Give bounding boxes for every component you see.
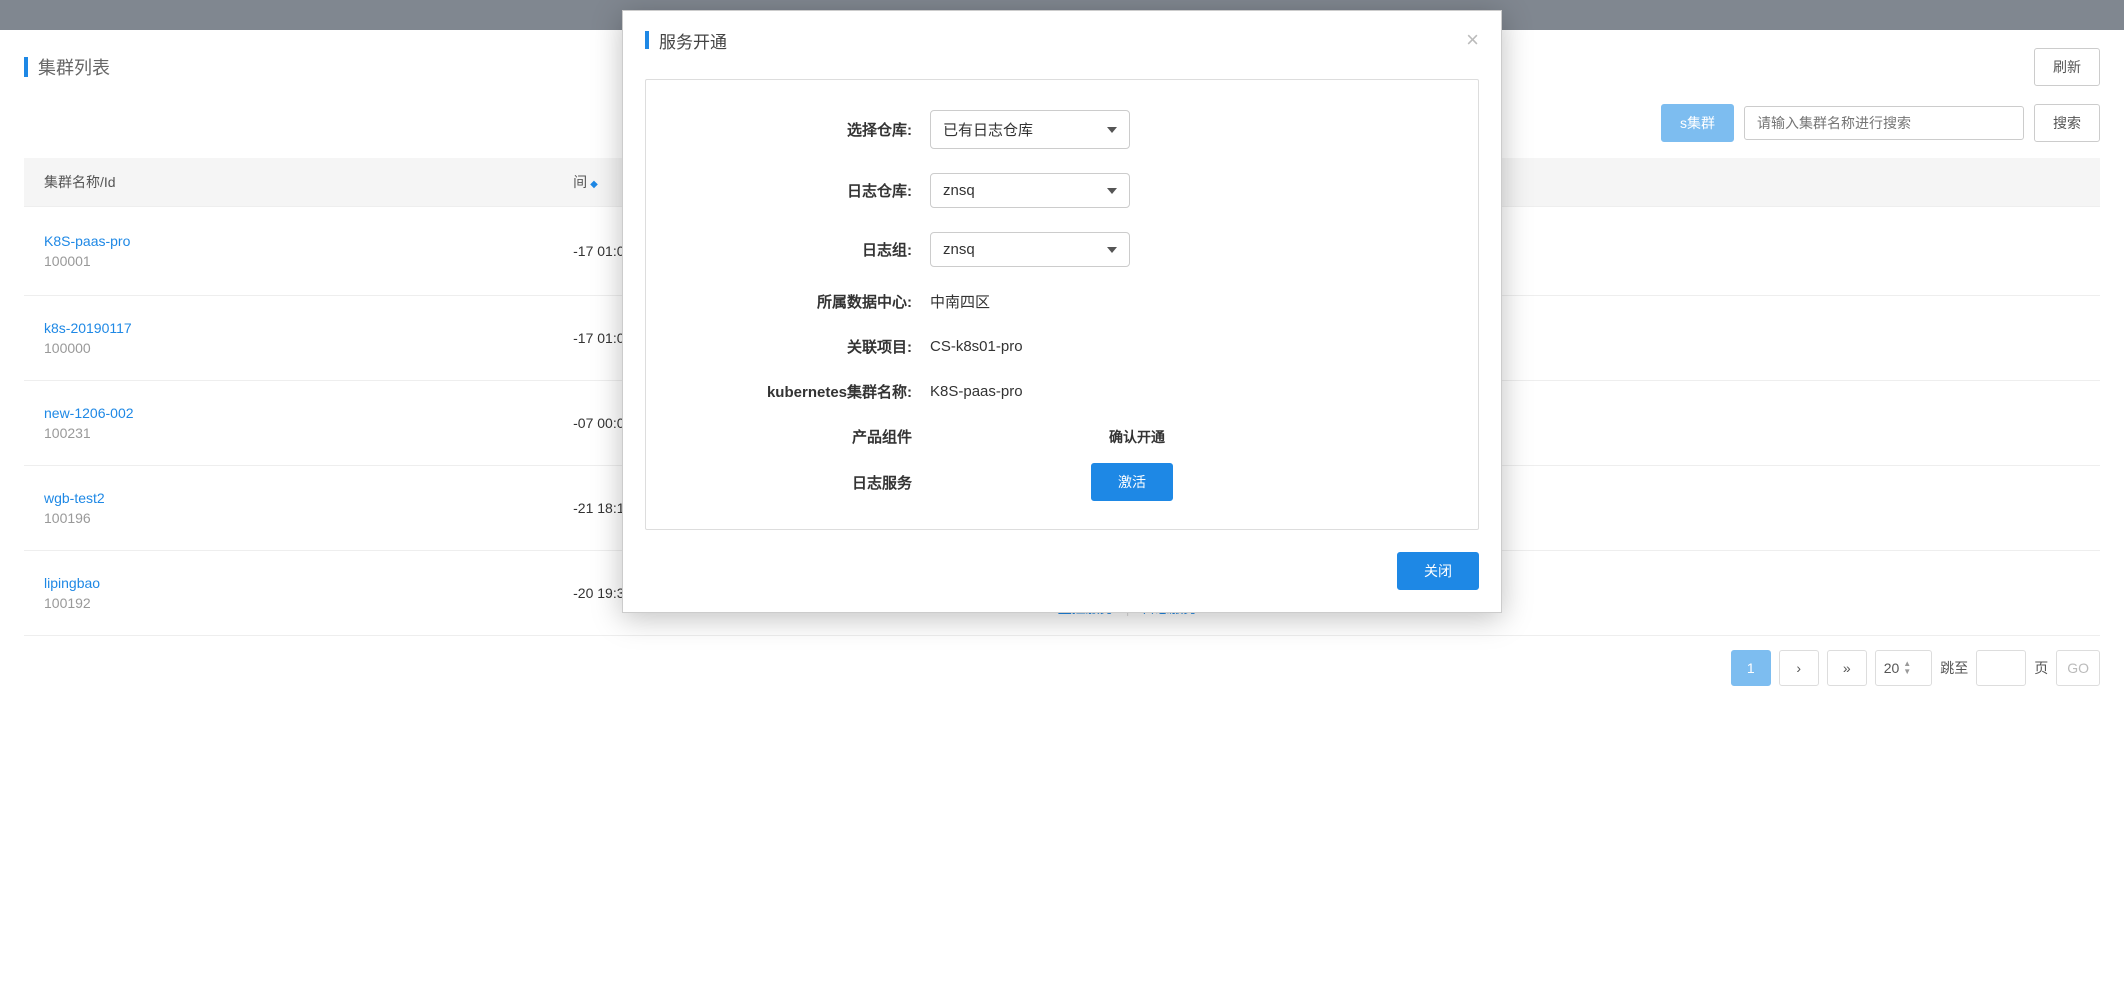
label-select-repo: 选择仓库: bbox=[670, 119, 930, 140]
service-modal: 服务开通 × 选择仓库: 已有日志仓库 日志仓库: bbox=[622, 10, 1502, 613]
chevron-down-icon bbox=[1107, 247, 1117, 253]
chevron-down-icon bbox=[1107, 127, 1117, 133]
label-data-center: 所属数据中心: bbox=[670, 291, 930, 312]
select-repo-dropdown[interactable]: 已有日志仓库 bbox=[930, 110, 1130, 149]
value-data-center: 中南四区 bbox=[930, 291, 1454, 312]
chevron-down-icon bbox=[1107, 188, 1117, 194]
label-log-repo: 日志仓库: bbox=[670, 180, 930, 201]
log-group-dropdown[interactable]: znsq bbox=[930, 232, 1130, 267]
label-k8s-name: kubernetes集群名称: bbox=[670, 381, 930, 402]
close-icon[interactable]: × bbox=[1466, 27, 1479, 53]
label-component: 产品组件 bbox=[670, 426, 930, 447]
label-log-group: 日志组: bbox=[670, 239, 930, 260]
modal-title: 服务开通 bbox=[659, 28, 727, 53]
value-k8s-name: K8S-paas-pro bbox=[930, 383, 1454, 400]
activate-button[interactable]: 激活 bbox=[1091, 463, 1173, 501]
log-repo-dropdown[interactable]: znsq bbox=[930, 173, 1130, 208]
label-confirm: 确认开通 bbox=[930, 427, 1454, 447]
label-project: 关联项目: bbox=[670, 336, 930, 357]
close-button[interactable]: 关闭 bbox=[1397, 552, 1479, 590]
label-log-service: 日志服务 bbox=[670, 472, 930, 493]
value-project: CS-k8s01-pro bbox=[930, 338, 1454, 355]
modal-overlay: 服务开通 × 选择仓库: 已有日志仓库 日志仓库: bbox=[0, 0, 2124, 992]
accent-bar bbox=[645, 31, 649, 49]
